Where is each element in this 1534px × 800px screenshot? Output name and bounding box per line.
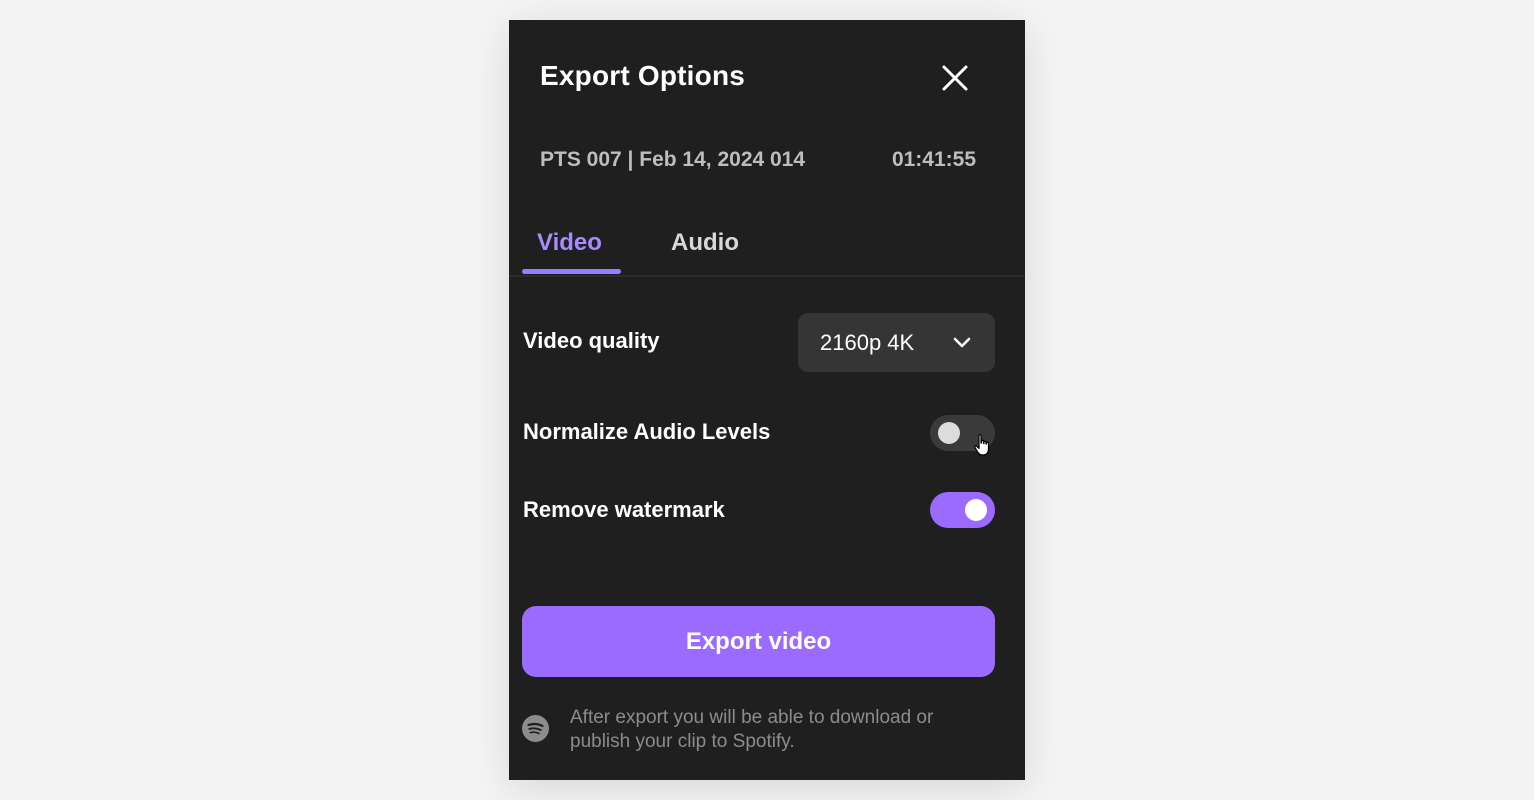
- toggle-knob: [938, 422, 960, 444]
- remove-watermark-label: Remove watermark: [523, 497, 725, 522]
- video-quality-value: 2160p 4K: [820, 329, 915, 355]
- close-icon: [942, 65, 968, 91]
- export-info-text: After export you will be able to downloa…: [570, 707, 934, 752]
- episode-name: PTS 007 | Feb 14, 2024 014: [540, 148, 806, 171]
- remove-watermark-toggle[interactable]: [930, 492, 995, 528]
- tab-audio[interactable]: Audio: [671, 229, 739, 257]
- dialog-title: Export Options: [540, 60, 746, 91]
- hand-cursor-icon: [974, 434, 990, 456]
- tab-bar: Video Audio: [509, 225, 1025, 277]
- close-button[interactable]: [935, 58, 975, 98]
- tab-video[interactable]: Video: [537, 229, 602, 257]
- video-quality-select[interactable]: 2160p 4K: [798, 313, 995, 372]
- normalize-audio-label: Normalize Audio Levels: [523, 419, 771, 444]
- toggle-knob: [965, 499, 987, 521]
- export-options-dialog: Export Options PTS 007 | Feb 14, 2024 01…: [509, 20, 1025, 780]
- spotify-icon: [522, 715, 549, 742]
- episode-duration: 01:41:55: [891, 148, 976, 171]
- active-tab-indicator: [522, 269, 621, 274]
- episode-meta: PTS 007 | Feb 14, 2024 014 01:41:55: [540, 148, 976, 172]
- video-quality-label: Video quality: [523, 328, 660, 353]
- export-video-button[interactable]: Export video: [522, 606, 995, 677]
- chevron-down-icon: [953, 337, 971, 347]
